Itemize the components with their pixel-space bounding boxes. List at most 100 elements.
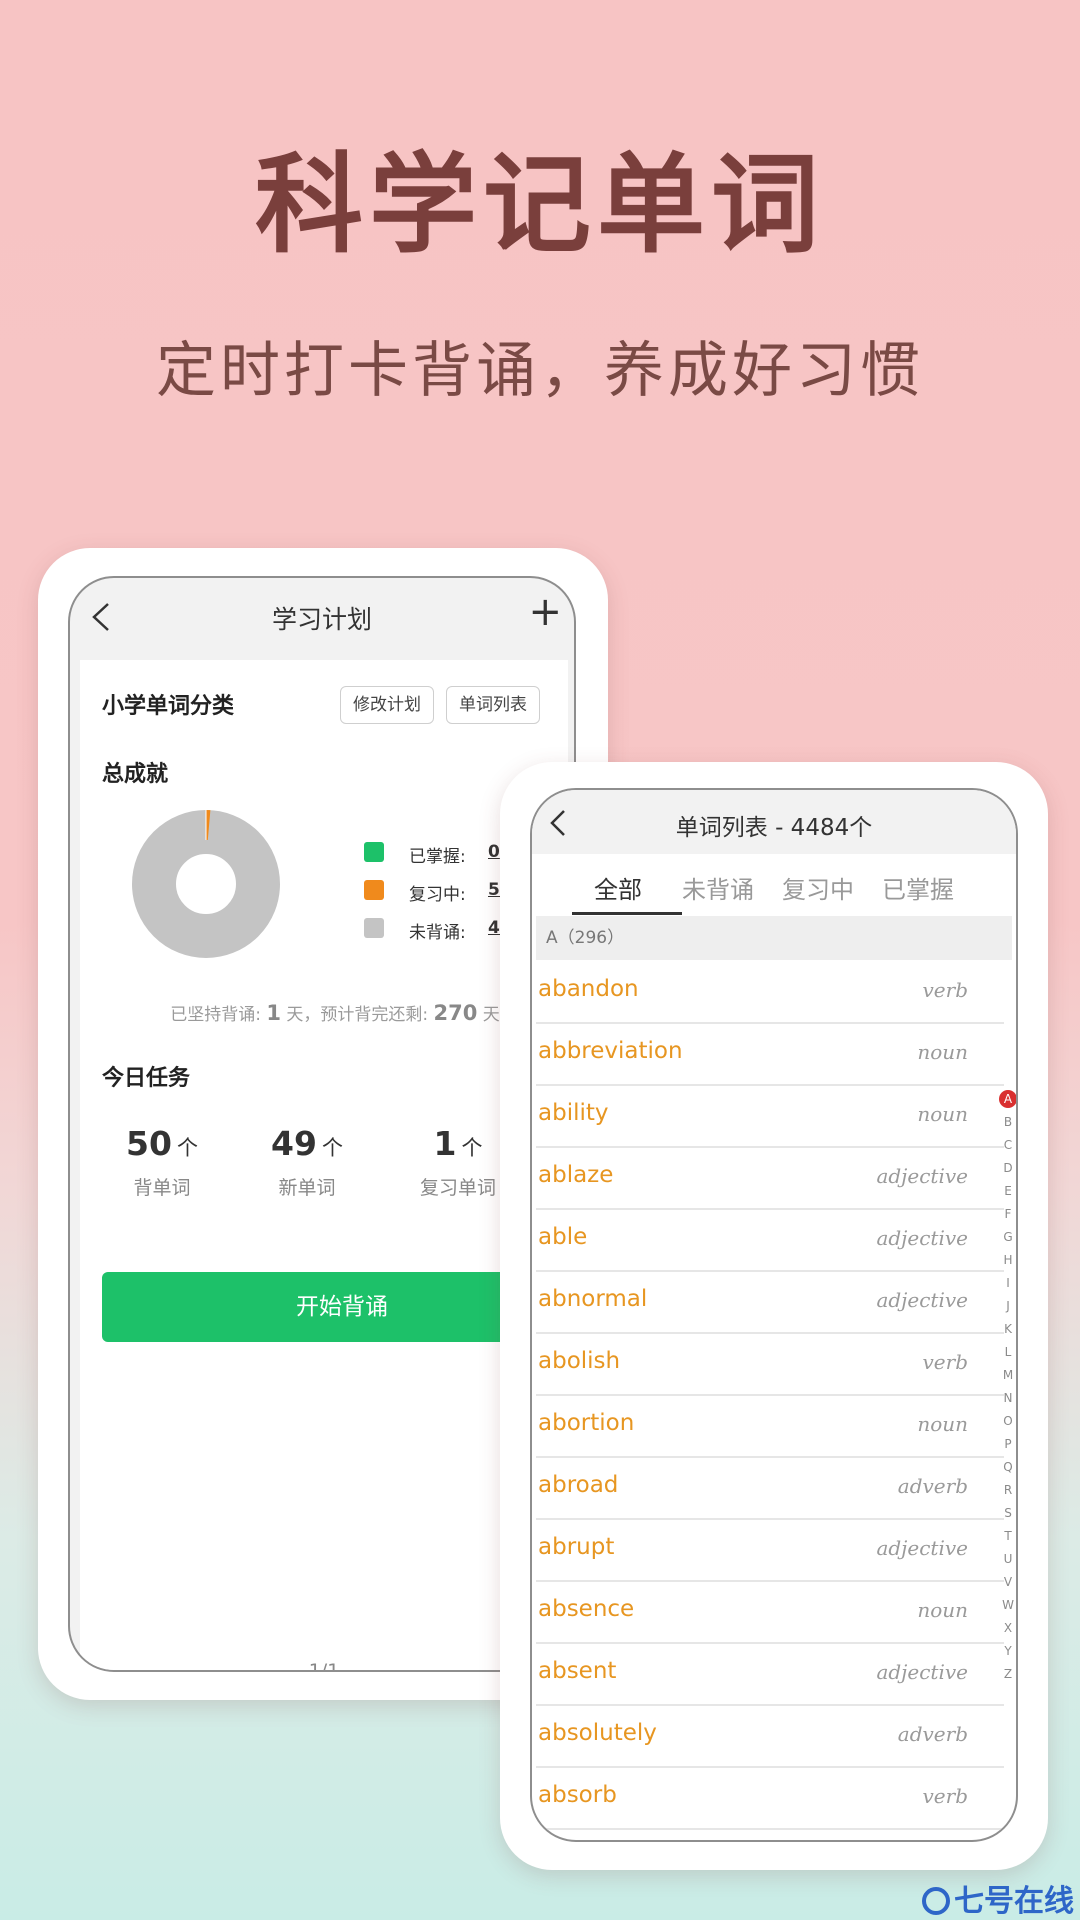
part-of-speech: noun [917, 1412, 968, 1436]
word-text: abolish [538, 1348, 621, 1374]
list-item[interactable]: abroad adverb [536, 1458, 1004, 1520]
search-q-logo-icon [922, 1887, 950, 1915]
achievement-donut-chart [132, 810, 280, 958]
alphabet-letter-m[interactable]: M [998, 1364, 1016, 1387]
word-text: absent [538, 1658, 617, 1684]
stat-unit: 个 [177, 1136, 199, 1160]
alphabet-letter-y[interactable]: Y [998, 1640, 1016, 1663]
progress-prefix: 已坚持背诵: [170, 1005, 267, 1025]
stat-number: 49 [270, 1124, 317, 1163]
plan-title: 学习计划 [271, 605, 372, 634]
alphabet-letter-l[interactable]: L [998, 1341, 1016, 1364]
plus-icon[interactable]: + [528, 592, 562, 632]
active-tab-indicator [572, 912, 682, 915]
alphabet-letter-w[interactable]: W [998, 1594, 1016, 1617]
list-item[interactable]: absolutely adverb [536, 1706, 1004, 1768]
word-text: abandon [538, 976, 639, 1002]
alphabet-index[interactable]: ABCDEFGHIJKLMNOPQRSTUVWXYZ [998, 1088, 1016, 1686]
list-item[interactable]: abolish verb [536, 1334, 1004, 1396]
legend-swatch [364, 880, 384, 900]
hero-subtitle: 定时打卡背诵，养成好习惯 [156, 336, 924, 406]
progress-suffix: 天 [477, 1005, 500, 1025]
list-item[interactable]: ablaze adjective [536, 1148, 1004, 1210]
alphabet-letter-z[interactable]: Z [998, 1663, 1016, 1686]
legend-value[interactable]: 0 [488, 842, 500, 862]
list-item[interactable]: absence noun [536, 1582, 1004, 1644]
alphabet-letter-t[interactable]: T [998, 1525, 1016, 1548]
alphabet-letter-s[interactable]: S [998, 1502, 1016, 1525]
alphabet-letter-a[interactable]: A [999, 1090, 1016, 1108]
alphabet-letter-k[interactable]: K [998, 1318, 1016, 1341]
stat-recite-words: 50 个 背单词 [82, 1124, 242, 1200]
stat-number: 50 [125, 1124, 172, 1163]
word-text: absorb [538, 1782, 617, 1808]
alphabet-letter-b[interactable]: B [998, 1111, 1016, 1134]
word-text: abroad [538, 1472, 619, 1498]
alphabet-letter-n[interactable]: N [998, 1387, 1016, 1410]
part-of-speech: adverb [897, 1474, 968, 1498]
stat-new-words: 49 个 新单词 [227, 1124, 387, 1200]
alphabet-letter-r[interactable]: R [998, 1479, 1016, 1502]
part-of-speech: adjective [876, 1660, 968, 1684]
alphabet-letter-v[interactable]: V [998, 1571, 1016, 1594]
legend-label: 已掌握: [409, 847, 466, 867]
donut-segment-unrecited [132, 810, 280, 958]
part-of-speech: verb [922, 978, 969, 1002]
list-item[interactable]: abortion noun [536, 1396, 1004, 1458]
legend-label: 未背诵: [409, 923, 466, 943]
stat-label: 新单词 [278, 1177, 336, 1199]
tab-unrecited[interactable]: 未背诵 [682, 870, 754, 905]
stat-label: 背单词 [133, 1177, 191, 1199]
alphabet-letter-j[interactable]: J [998, 1295, 1016, 1318]
tab-all[interactable]: 全部 [594, 870, 642, 905]
modify-plan-button[interactable]: 修改计划 [340, 686, 434, 724]
part-of-speech: verb [922, 1784, 969, 1808]
list-item[interactable]: abbreviation noun [536, 1024, 1004, 1086]
word-list-phone: 单词列表 - 4484个 全部 未背诵 复习中 已掌握 A（296） aband… [500, 762, 1048, 1870]
part-of-speech: adjective [876, 1164, 968, 1188]
progress-mid: 天，预计背完还剩: [280, 1005, 434, 1025]
list-item[interactable]: absent adjective [536, 1644, 1004, 1706]
stat-number: 1 [433, 1124, 457, 1163]
legend-label: 复习中: [409, 885, 466, 905]
legend-swatch [364, 918, 384, 938]
alphabet-letter-h[interactable]: H [998, 1249, 1016, 1272]
tab-reviewing[interactable]: 复习中 [782, 870, 854, 905]
word-text: abrupt [538, 1534, 615, 1560]
page-indicator: 1/1 [308, 1660, 340, 1672]
word-text: ablaze [538, 1162, 614, 1188]
part-of-speech: noun [917, 1102, 968, 1126]
word-list-screen: 单词列表 - 4484个 全部 未背诵 复习中 已掌握 A（296） aband… [530, 788, 1018, 1842]
list-item[interactable]: abandon verb [536, 962, 1004, 1024]
alphabet-letter-u[interactable]: U [998, 1548, 1016, 1571]
plan-card: 小学单词分类 修改计划 单词列表 总成就 已掌握: 0 复习中: 50 [80, 660, 574, 1672]
list-item[interactable]: able adjective [536, 1210, 1004, 1272]
alphabet-letter-g[interactable]: G [998, 1226, 1016, 1249]
list-item[interactable]: abrupt adjective [536, 1520, 1004, 1582]
alphabet-letter-c[interactable]: C [998, 1134, 1016, 1157]
word-filter-tabs: 全部 未背诵 复习中 已掌握 [532, 854, 1016, 916]
part-of-speech: noun [917, 1598, 968, 1622]
word-list-button[interactable]: 单词列表 [446, 686, 540, 724]
list-item[interactable]: ability noun [536, 1086, 1004, 1148]
alphabet-letter-o[interactable]: O [998, 1410, 1016, 1433]
part-of-speech: adverb [897, 1722, 968, 1746]
word-text: absence [538, 1596, 635, 1622]
days-done: 1 [266, 1001, 281, 1025]
legend-swatch [364, 842, 384, 862]
alphabet-letter-d[interactable]: D [998, 1157, 1016, 1180]
stat-unit: 个 [322, 1136, 344, 1160]
alphabet-letter-x[interactable]: X [998, 1617, 1016, 1640]
word-text: able [538, 1224, 588, 1250]
list-item[interactable]: abnormal adjective [536, 1272, 1004, 1334]
word-text: abnormal [538, 1286, 648, 1312]
days-left: 270 [433, 1001, 478, 1025]
alphabet-letter-f[interactable]: F [998, 1203, 1016, 1226]
alphabet-letter-e[interactable]: E [998, 1180, 1016, 1203]
alphabet-letter-p[interactable]: P [998, 1433, 1016, 1456]
tab-mastered[interactable]: 已掌握 [882, 870, 954, 905]
stat-unit: 个 [461, 1136, 483, 1160]
list-item[interactable]: absorb verb [536, 1768, 1004, 1830]
alphabet-letter-q[interactable]: Q [998, 1456, 1016, 1479]
alphabet-letter-i[interactable]: I [998, 1272, 1016, 1295]
